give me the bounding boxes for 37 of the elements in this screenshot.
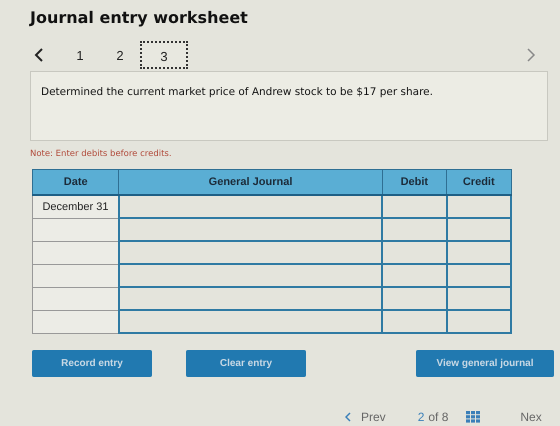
step-tab[interactable]: 1 — [60, 48, 100, 62]
credit-input[interactable] — [446, 241, 511, 264]
debit-input[interactable] — [382, 218, 447, 241]
credit-input[interactable] — [446, 310, 511, 333]
page-total: of 8 — [428, 410, 448, 424]
account-input[interactable] — [118, 287, 382, 310]
credit-input[interactable] — [446, 264, 511, 287]
column-header: General Journal — [118, 170, 382, 195]
column-header: Debit — [382, 170, 447, 195]
account-input[interactable] — [118, 218, 382, 241]
account-input[interactable] — [118, 310, 382, 333]
credit-input[interactable] — [446, 218, 511, 241]
grid-icon[interactable] — [466, 411, 480, 423]
prev-link[interactable]: Prev — [361, 410, 386, 424]
debit-input[interactable] — [382, 310, 447, 333]
action-button[interactable]: Clear entry — [186, 350, 306, 377]
account-input[interactable] — [118, 264, 382, 287]
debit-input[interactable] — [382, 264, 447, 287]
action-button[interactable]: View general journal — [416, 350, 554, 377]
credit-input[interactable] — [446, 287, 511, 310]
step-tab[interactable]: 3 — [140, 41, 188, 69]
debit-input[interactable] — [382, 195, 447, 218]
description-text: Determined the current market price of Andrew stock to be $17 per share. — [41, 86, 433, 98]
column-header: Credit — [446, 170, 511, 195]
debit-input[interactable] — [382, 241, 447, 264]
page-number: 2 — [418, 410, 424, 424]
next-link[interactable]: Nex — [520, 410, 542, 424]
step-tab[interactable]: 2 — [100, 48, 140, 62]
worksheet-title: Journal entry worksheet — [30, 8, 249, 27]
date-cell: December 31 — [32, 195, 119, 218]
note-text: Note: Enter debits before credits. — [30, 149, 173, 159]
account-input[interactable] — [118, 241, 382, 264]
action-button[interactable]: Record entry — [32, 350, 152, 377]
column-header: Date — [32, 170, 119, 195]
credit-input[interactable] — [446, 195, 511, 218]
account-input[interactable] — [118, 195, 382, 218]
debit-input[interactable] — [382, 287, 447, 310]
